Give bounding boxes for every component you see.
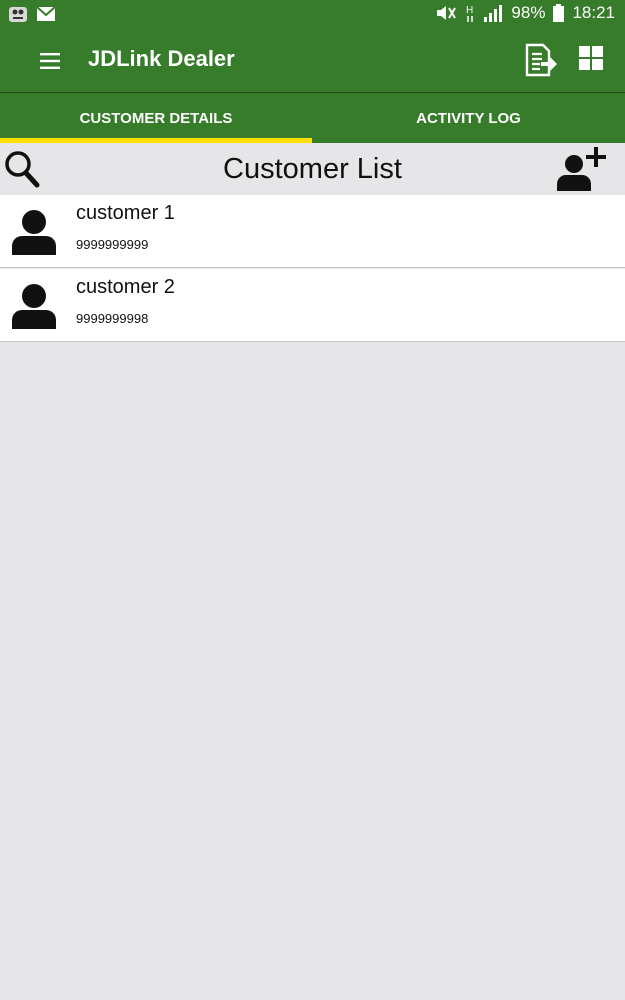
battery-percent: 98% [511, 3, 546, 22]
tab-customer-details[interactable]: CUSTOMER DETAILS [0, 93, 312, 144]
tab-activity-log[interactable]: ACTIVITY LOG [312, 93, 625, 144]
customer-phone: 9999999999 [76, 237, 149, 252]
signal-icon [484, 5, 503, 22]
person-icon [12, 284, 56, 329]
app-title: JDLink Dealer [88, 46, 235, 71]
app-bar: JDLink Dealer [0, 29, 625, 92]
battery-icon [553, 4, 565, 22]
customer-name: customer 1 [76, 202, 175, 224]
tab-bar: CUSTOMER DETAILS ACTIVITY LOG [0, 92, 625, 144]
customer-phone: 9999999998 [76, 311, 149, 326]
status-bar: H 98% 18:21 [0, 0, 625, 29]
menu-icon[interactable] [34, 48, 66, 74]
mail-icon [36, 6, 56, 21]
grid-icon[interactable] [577, 44, 605, 72]
person-icon [12, 210, 56, 255]
add-user-icon[interactable] [554, 145, 608, 193]
svg-text:H: H [466, 5, 473, 16]
network-type-icon: H [466, 5, 474, 22]
app-notification-icon [9, 7, 27, 22]
page-title: Customer List [223, 153, 402, 185]
customer-name: customer 2 [76, 276, 175, 298]
clock: 18:21 [572, 3, 615, 22]
list-header: Customer List [0, 143, 625, 196]
list-item[interactable]: customer 1 9999999999 [0, 195, 625, 268]
report-export-icon[interactable] [522, 42, 558, 78]
mute-icon [437, 6, 457, 20]
list-item[interactable]: customer 2 9999999998 [0, 269, 625, 342]
